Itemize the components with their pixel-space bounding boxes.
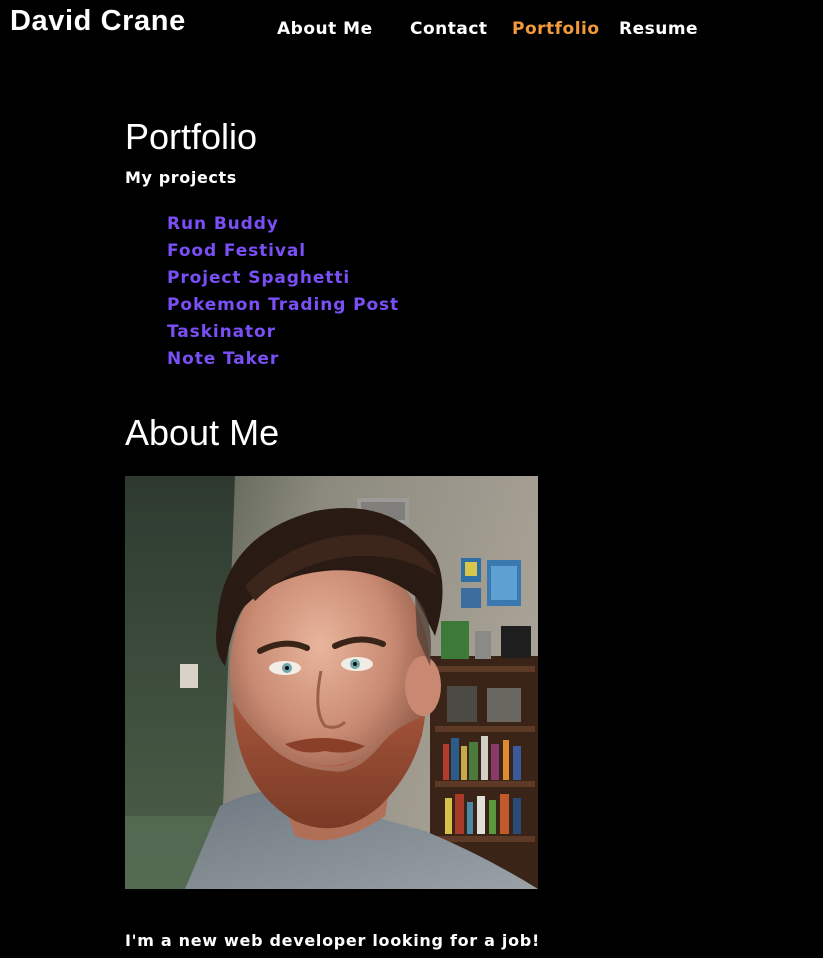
site-header: David Crane About Me Contact Portfolio R… <box>0 0 823 60</box>
project-link-pokemon-trading-post[interactable]: Pokemon Trading Post <box>167 295 399 315</box>
project-item: Food Festival <box>167 237 399 264</box>
site-title: David Crane <box>10 5 186 37</box>
project-link-project-spaghetti[interactable]: Project Spaghetti <box>167 268 350 288</box>
nav-link-portfolio[interactable]: Portfolio <box>512 17 600 41</box>
project-item: Run Buddy <box>167 210 399 237</box>
nav-link-resume[interactable]: Resume <box>619 17 698 41</box>
nav-link-about-me[interactable]: About Me <box>277 17 373 41</box>
project-link-run-buddy[interactable]: Run Buddy <box>167 214 279 234</box>
about-heading: About Me <box>125 412 280 453</box>
projects-subheading: My projects <box>125 168 237 187</box>
project-list: Run Buddy Food Festival Project Spaghett… <box>167 210 399 372</box>
nav-link-contact[interactable]: Contact <box>410 17 488 41</box>
portfolio-heading: Portfolio <box>125 116 258 157</box>
project-item: Taskinator <box>167 318 399 345</box>
project-item: Note Taker <box>167 345 399 372</box>
project-link-food-festival[interactable]: Food Festival <box>167 241 306 261</box>
profile-photo <box>125 476 538 889</box>
project-item: Project Spaghetti <box>167 264 399 291</box>
project-link-taskinator[interactable]: Taskinator <box>167 322 276 342</box>
bio-text: I'm a new web developer looking for a jo… <box>125 931 540 950</box>
project-item: Pokemon Trading Post <box>167 291 399 318</box>
project-link-note-taker[interactable]: Note Taker <box>167 349 279 369</box>
